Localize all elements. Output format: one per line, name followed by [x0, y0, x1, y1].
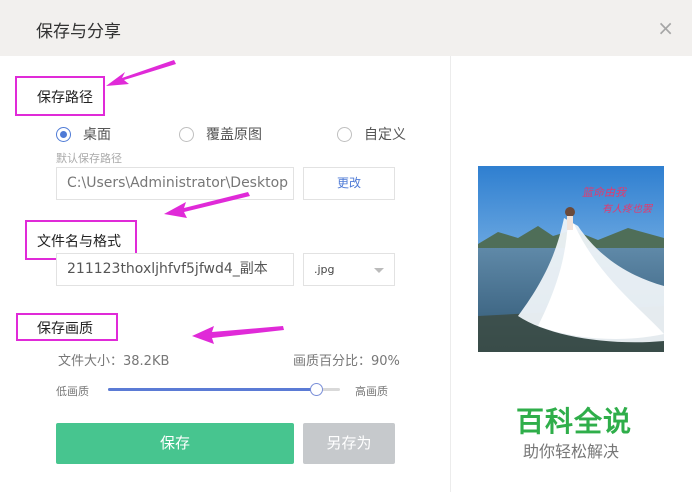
preview-overlay-line2: 有人疼也罢: [602, 204, 652, 215]
save-path-heading: 保存路径: [37, 90, 93, 106]
file-size-text: 文件大小：38.2KB: [58, 354, 170, 369]
dialog-titlebar: 保存与分享 ×: [0, 0, 692, 56]
chevron-down-icon: [374, 268, 384, 273]
format-select[interactable]: .jpg: [303, 253, 395, 286]
quality-slider-fill: [108, 388, 317, 391]
brand-slogan: 助你轻松解决: [523, 442, 620, 461]
save-as-button[interactable]: 另存为: [303, 423, 395, 464]
save-button[interactable]: 保存: [56, 423, 294, 464]
quality-heading: 保存画质: [37, 321, 93, 337]
dialog-title: 保存与分享: [36, 22, 121, 42]
quality-percent-text: 画质百分比：90%: [293, 354, 400, 369]
preview-overlay-line1: 篮命由我: [582, 186, 626, 199]
radio-overwrite-label: 覆盖原图: [206, 127, 262, 143]
radio-custom-label: 自定义: [364, 127, 406, 143]
radio-desktop-label: 桌面: [83, 127, 111, 143]
low-quality-label: 低画质: [56, 385, 89, 398]
quality-slider-thumb[interactable]: [310, 383, 323, 396]
save-path-field[interactable]: C:\Users\Administrator\Desktop: [56, 167, 294, 200]
format-select-value: .jpg: [314, 263, 335, 276]
radio-icon: [337, 126, 352, 142]
file-heading: 文件名与格式: [37, 234, 121, 250]
radio-icon: [179, 126, 194, 142]
save-path-options: 桌面 覆盖原图 自定义: [56, 124, 416, 144]
close-icon[interactable]: ×: [657, 16, 674, 40]
brand-logo-text: 百科全说: [516, 405, 633, 438]
high-quality-label: 高画质: [355, 385, 388, 398]
radio-custom[interactable]: 自定义: [337, 124, 406, 144]
default-path-hint: 默认保存路径: [56, 152, 122, 165]
radio-desktop[interactable]: 桌面: [56, 124, 111, 144]
preview-image: 篮命由我 有人疼也罢: [478, 166, 664, 352]
quality-slider[interactable]: [108, 383, 340, 396]
radio-overwrite[interactable]: 覆盖原图: [179, 124, 262, 144]
radio-icon: [56, 126, 71, 142]
change-path-button[interactable]: 更改: [303, 167, 395, 200]
file-name-input[interactable]: 211123thoxljhfvf5jfwd4_副本: [56, 253, 294, 286]
